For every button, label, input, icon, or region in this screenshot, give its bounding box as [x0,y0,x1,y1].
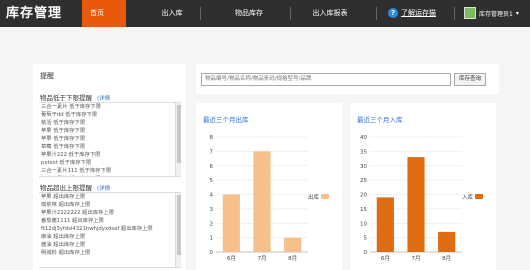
reminder-title: 提醒 [40,72,54,80]
outbound-chart-panel: 最近三个月出库 0 1 2 3 4 5 6 7 8 6月 7月 8月 出库 [196,103,342,270]
list-item: 草莓 低于库存下限 [41,144,86,150]
x-tick-label: 6月 [381,255,390,262]
nav-divider [290,7,291,20]
list-item: 苹果汁2222222 超出库存上限 [41,210,114,216]
nav-divider [454,7,455,20]
y-tick-label: 20 [360,193,367,199]
list-item: 三合一素片 低于库存下限 [41,104,101,110]
search-input[interactable]: 物品编号/物品名称/物品条码/规格型号/品牌 [201,73,451,86]
legend-swatch [475,194,483,199]
y-tick-label: 25 [360,178,367,184]
user-menu[interactable]: 库存管理员1 ▾ [464,7,519,19]
y-tick-label: 35 [360,149,367,155]
nav-home[interactable]: 首页 [82,0,126,27]
help-label: 了解运存猫 [401,9,436,17]
nav-inout[interactable]: 出入库 [152,0,192,27]
inbound-bar-chart: 0 5 10 15 20 25 30 35 40 6月 7月 8月 入库 [360,135,483,262]
x-tick-label: 7月 [412,255,421,262]
user-avatar-icon [464,7,476,19]
list-item: 苹果 低于库存下限 [41,128,86,134]
y-tick-label: 0 [210,250,214,256]
bar[interactable] [253,151,271,252]
question-circle-icon: ? [388,8,398,18]
list-item: 三合一素片111 低于库存下限 [41,168,112,174]
low-stock-title: 物品低于下限提醒 [40,94,92,102]
y-tick-label: 3 [210,207,214,213]
high-stock-scrollbar[interactable] [175,193,181,267]
list-item: pxtest 低于库存下限 [41,160,92,166]
y-tick-label: 15 [360,207,367,213]
low-stock-scrollbar[interactable] [175,103,181,176]
low-stock-list[interactable]: 三合一素片 低于库存下限 葡萄干dd 低于库存下限 桃活 低于库存下限 苹果 低于库存… [39,102,181,177]
legend-swatch [321,194,329,199]
x-tick-label: 7月 [258,255,267,262]
search-panel: 物品编号/物品名称/物品条码/规格型号/品牌 库存查询 [196,64,499,94]
list-item: 明城料 超出库存上限 [41,250,91,256]
y-tick-label: 2 [210,221,214,227]
legend-label: 出库 [308,193,320,201]
y-tick-label: 4 [210,193,214,199]
low-stock-heading: 物品低于下限提醒 (详情 [40,92,110,102]
bar[interactable] [407,157,425,252]
y-tick-label: 40 [360,135,367,141]
chevron-down-icon: ▾ [515,9,519,17]
y-tick-label: 5 [210,178,214,184]
nav-inventory[interactable]: 物品库存 [226,0,272,27]
list-item: 苹果 超出库存上限 [41,194,86,200]
list-item: 三合一素片 低于库存下限 [39,175,181,176]
nav-divider [200,7,201,20]
list-item: 葡萄干dd 低于库存下限 [41,112,98,118]
list-item: 麻油 超出库存上限 [41,234,86,240]
y-tick-label: 6 [210,164,214,170]
list-item: ft12dj3yfdsl4321hwhjdyxdsaf 超出库存上限 [41,226,153,232]
nav-report[interactable]: 出入库报表 [302,0,358,27]
scroll-thumb[interactable] [177,105,181,163]
y-tick-label: 1 [210,236,214,242]
bar[interactable] [376,197,394,252]
y-tick-label: 10 [360,221,367,227]
list-item: 苹果汁222 低于库存下限 [41,152,101,158]
app-logo[interactable]: 库存管理 [6,2,62,25]
help-link[interactable]: ? 了解运存猫 [388,8,436,18]
y-tick-label: 5 [364,236,368,242]
nav-divider [376,7,377,20]
scroll-thumb[interactable] [177,195,181,255]
list-item: 番茄酱1111 超出库存上限 [41,218,104,224]
top-navbar: 库存管理 首页 出入库 物品库存 出入库报表 ? 了解运存猫 库存管理员1 ▾ [0,0,530,27]
list-item: 嗅依味 超出库存上限 [41,202,91,208]
bar[interactable] [222,194,240,253]
y-tick-label: 7 [210,149,214,155]
x-tick-label: 8月 [288,255,297,262]
y-tick-label: 8 [210,135,214,141]
bar[interactable] [438,231,456,252]
user-name: 库存管理员1 [479,10,513,18]
high-stock-title: 物品超出上限提醒 [40,184,92,192]
reminder-panel: 提醒 物品低于下限提醒 (详情 三合一素片 低于库存下限 葡萄干dd 低于库存下限桃… [33,64,186,270]
list-item: 酱油 超出库存上限 [41,242,86,248]
outbound-bar-chart: 0 1 2 3 4 5 6 7 8 6月 7月 8月 出库 [210,135,329,262]
high-stock-list[interactable]: 苹果 超出库存上限 嗅依味 超出库存上限苹果汁2222222 超出库存上限 番茄酱1… [39,192,181,268]
y-tick-label: 30 [360,164,367,170]
bar[interactable] [284,237,302,252]
list-item: 苹果 低于库存下限 [41,136,86,142]
inventory-search-button[interactable]: 库存查询 [454,73,486,86]
high-stock-heading: 物品超出上限提醒 (详情 [40,182,110,192]
legend-label: 入库 [462,193,474,201]
inbound-chart-panel: 最近三个月入库 0 5 10 15 20 25 30 35 40 6月 7月 8月 入库 [350,103,496,270]
x-tick-label: 6月 [227,255,236,262]
list-item: 桃活 低于库存下限 [41,120,86,126]
y-tick-label: 0 [364,250,368,256]
x-tick-label: 8月 [442,255,451,262]
